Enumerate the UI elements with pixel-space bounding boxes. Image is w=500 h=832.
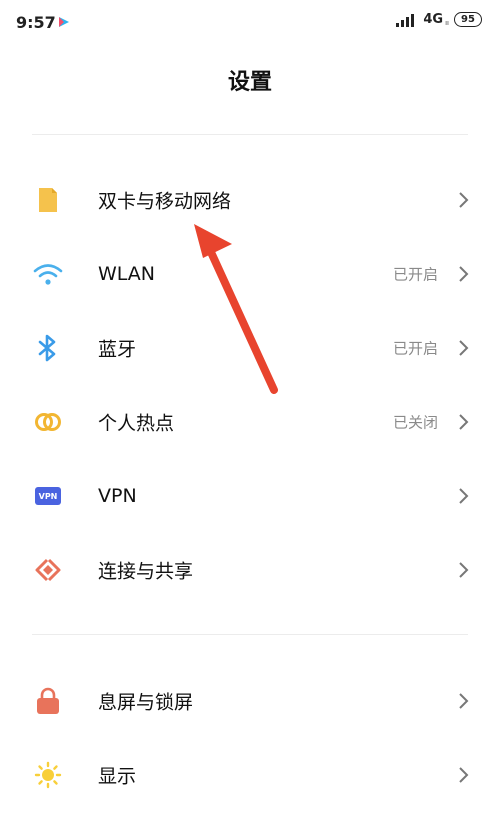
row-status: 已开启 bbox=[392, 339, 438, 358]
row-status: 已开启 bbox=[392, 265, 438, 284]
settings-row-hotspot[interactable]: 个人热点 已关闭 bbox=[0, 385, 500, 459]
chevron-right-icon bbox=[459, 266, 469, 282]
network-activity: ıı bbox=[445, 18, 449, 27]
signal-strength-icon bbox=[396, 13, 415, 27]
sim-card-icon bbox=[33, 185, 63, 215]
status-bar: 9:57 4G ıı 95 bbox=[0, 0, 500, 44]
row-label: 蓝牙 bbox=[98, 338, 137, 361]
battery-icon: 95 bbox=[454, 12, 482, 27]
settings-row-bluetooth[interactable]: 蓝牙 已开启 bbox=[0, 311, 500, 385]
chevron-right-icon bbox=[459, 488, 469, 504]
page-title: 设置 bbox=[227, 70, 272, 95]
chevron-right-icon bbox=[459, 562, 469, 578]
section-divider bbox=[32, 634, 468, 635]
settings-row-connection-share[interactable]: 连接与共享 bbox=[0, 533, 500, 607]
wifi-icon bbox=[33, 259, 63, 289]
status-time: 9:57 bbox=[16, 13, 56, 32]
battery-level: 95 bbox=[461, 14, 475, 25]
play-store-notification-icon bbox=[59, 17, 69, 27]
status-indicators: 4G ıı 95 bbox=[396, 12, 482, 27]
bluetooth-icon bbox=[33, 333, 63, 363]
row-label: 显示 bbox=[98, 765, 137, 788]
display-sun-icon bbox=[33, 760, 63, 790]
chevron-right-icon bbox=[459, 693, 469, 709]
row-label: 个人热点 bbox=[98, 412, 175, 435]
vpn-icon-text: VPN bbox=[35, 487, 61, 505]
row-label: 双卡与移动网络 bbox=[98, 190, 232, 213]
hotspot-icon bbox=[33, 407, 63, 437]
row-label: VPN bbox=[98, 485, 137, 507]
settings-row-vpn[interactable]: VPN VPN bbox=[0, 459, 500, 533]
settings-row-display[interactable]: 显示 bbox=[0, 738, 500, 812]
settings-row-dual-sim[interactable]: 双卡与移动网络 bbox=[0, 163, 500, 237]
row-label: 连接与共享 bbox=[98, 560, 194, 583]
network-type: 4G bbox=[423, 12, 444, 27]
chevron-right-icon bbox=[459, 767, 469, 783]
chevron-right-icon bbox=[459, 340, 469, 356]
vpn-icon: VPN bbox=[33, 481, 63, 511]
section-divider bbox=[32, 134, 468, 135]
row-label: 息屏与锁屏 bbox=[98, 691, 194, 714]
connection-share-icon bbox=[33, 555, 63, 585]
lock-icon bbox=[33, 686, 63, 716]
row-status: 已关闭 bbox=[392, 413, 438, 432]
settings-row-lock-screen[interactable]: 息屏与锁屏 bbox=[0, 664, 500, 738]
settings-row-wlan[interactable]: WLAN 已开启 bbox=[0, 237, 500, 311]
chevron-right-icon bbox=[459, 192, 469, 208]
row-label: WLAN bbox=[98, 263, 156, 285]
chevron-right-icon bbox=[459, 414, 469, 430]
